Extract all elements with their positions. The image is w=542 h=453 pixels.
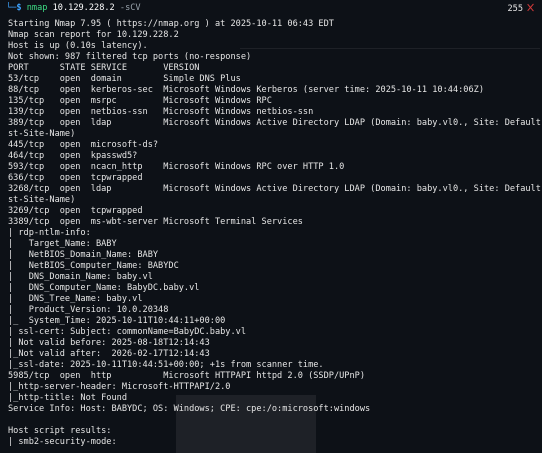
output-line: Host script results: xyxy=(8,426,112,436)
output-line: 593/tcp open ncacn_http Microsoft Window… xyxy=(8,162,345,172)
output-line: | Product_Version: 10.0.20348 xyxy=(8,305,169,315)
output-line: 53/tcp open domain Simple DNS Plus xyxy=(8,74,241,84)
output-line: Not shown: 987 filtered tcp ports (no-re… xyxy=(8,52,252,62)
output-line: | Not valid before: 2025-08-18T12:14:43 xyxy=(8,338,210,348)
command-name: nmap xyxy=(26,3,48,13)
output-line: |_Not valid after: 2026-02-17T12:14:43 xyxy=(8,349,210,359)
output-line: | Target_Name: BABY xyxy=(8,239,117,249)
command-target: 10.129.228.2 xyxy=(52,3,115,13)
output-line: Host is up (0.10s latency). xyxy=(8,41,148,51)
output-line: st-Site-Name) xyxy=(8,195,76,205)
exit-status: 255 xyxy=(507,3,534,15)
output-line: 3269/tcp open tcpwrapped xyxy=(8,206,143,216)
output-line: 3268/tcp open ldap Microsoft Windows Act… xyxy=(8,184,542,194)
prompt-symbol: $ xyxy=(16,3,22,13)
output-line: | DNS_Tree_Name: baby.vl xyxy=(8,294,143,304)
prompt-line: └─$ nmap 10.129.228.2 -sCV 255 xyxy=(0,0,542,19)
output-line: 3389/tcp open ms-wbt-server Microsoft Te… xyxy=(8,217,303,227)
output-line: | ssl-cert: Subject: commonName=BabyDC.b… xyxy=(8,327,246,337)
output-line: PORT STATE SERVICE VERSION xyxy=(8,63,200,73)
output-line: | NetBIOS_Computer_Name: BABYDC xyxy=(8,261,179,271)
output-line: |_ System_Time: 2025-10-11T10:44:11+00:0… xyxy=(8,316,226,326)
output-line: |_http-title: Not Found xyxy=(8,393,127,403)
output-line: 464/tcp open kpasswd5? xyxy=(8,151,138,161)
output-line: st-Site-Name) xyxy=(8,129,76,139)
output-line: 135/tcp open msrpc Microsoft Windows RPC xyxy=(8,96,272,106)
output-line: | smb2-security-mode: xyxy=(8,437,117,447)
terminal-output[interactable]: Starting Nmap 7.95 ( https://nmap.org ) … xyxy=(0,19,542,448)
output-line: 636/tcp open tcpwrapped xyxy=(8,173,143,183)
output-line: | DNS_Computer_Name: BabyDC.baby.vl xyxy=(8,283,200,293)
output-line: 389/tcp open ldap Microsoft Windows Acti… xyxy=(8,118,542,128)
output-line: | DNS_Domain_Name: baby.vl xyxy=(8,272,153,282)
output-line: 88/tcp open kerberos-sec Microsoft Windo… xyxy=(8,85,484,95)
terminal-window[interactable]: └─$ nmap 10.129.228.2 -sCV 255 Starting N… xyxy=(0,0,542,453)
output-line: 445/tcp open microsoft-ds? xyxy=(8,140,159,150)
output-line: | rdp-ntlm-info: xyxy=(8,228,91,238)
close-x-icon xyxy=(527,3,534,12)
exit-code-value: 255 xyxy=(507,4,523,14)
command-flags: -sCV xyxy=(119,3,141,13)
output-line: |_http-server-header: Microsoft-HTTPAPI/… xyxy=(8,382,231,392)
output-line: Service Info: Host: BABYDC; OS: Windows;… xyxy=(8,404,371,414)
output-line: Nmap scan report for 10.129.228.2 xyxy=(8,30,179,40)
output-line: 139/tcp open netbios-ssn Microsoft Windo… xyxy=(8,107,314,117)
output-line: | NetBIOS_Domain_Name: BABY xyxy=(8,250,159,260)
output-line: |_ssl-date: 2025-10-11T10:44:51+00:00; +… xyxy=(8,360,324,370)
output-line: Starting Nmap 7.95 ( https://nmap.org ) … xyxy=(8,19,334,29)
output-line: 5985/tcp open http Microsoft HTTPAPI htt… xyxy=(8,371,365,381)
prompt-arrow: └─ xyxy=(6,3,17,13)
